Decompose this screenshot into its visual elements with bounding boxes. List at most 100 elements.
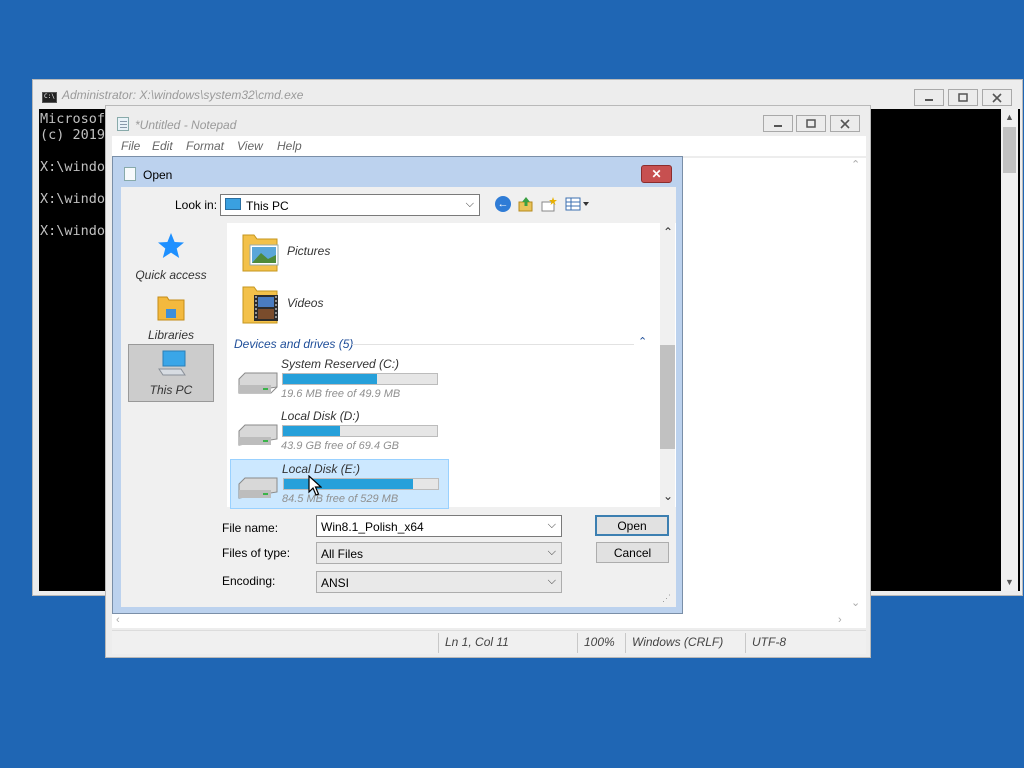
list-item[interactable]: Videos (235, 279, 435, 325)
drive-item-selected[interactable]: Local Disk (E:) 84.5 MB free of 529 MB (230, 459, 449, 509)
drive-usage-bar (283, 478, 439, 490)
drive-name: Local Disk (D:) (281, 409, 360, 423)
place-quick-access[interactable]: Quick access (128, 230, 214, 288)
cmd-title: Administrator: X:\windows\system32\cmd.e… (62, 88, 304, 102)
chevron-down-icon[interactable]: ⌵ (548, 519, 556, 532)
back-icon[interactable]: ← (495, 196, 511, 212)
computer-icon (157, 349, 187, 380)
minimize-icon (764, 116, 792, 131)
libraries-icon (156, 294, 186, 325)
notepad-titlebar[interactable]: *Untitled - Notepad (106, 106, 870, 134)
resize-grip-icon[interactable]: ⋰ (662, 593, 671, 604)
dialog-close-button[interactable]: ✕ (641, 165, 672, 183)
scroll-right-icon[interactable]: › (838, 614, 842, 626)
open-button-label: Open (617, 518, 647, 533)
place-libraries[interactable]: Libraries (128, 290, 214, 348)
cancel-button-label: Cancel (613, 545, 652, 560)
scroll-thumb[interactable] (660, 345, 675, 449)
folder-name: Videos (287, 296, 324, 310)
dialog-title: Open (143, 168, 173, 182)
minimize-button[interactable] (914, 89, 944, 106)
menu-help[interactable]: Help (277, 139, 302, 153)
view-menu-icon[interactable] (565, 196, 591, 212)
places-bar: Quick access Libraries This PC (128, 230, 221, 520)
cancel-button[interactable]: Cancel (596, 542, 669, 563)
drive-item[interactable]: System Reserved (C:) 19.6 MB free of 49.… (231, 357, 447, 405)
console-line: Microsof (40, 111, 106, 127)
list-item[interactable]: Pictures (235, 227, 435, 273)
file-list[interactable]: Pictures Videos Devices and drives (5) ⌃… (227, 223, 676, 509)
close-button[interactable] (830, 115, 860, 132)
drive-usage-fill (283, 374, 377, 384)
scroll-left-icon[interactable]: ‹ (116, 614, 120, 626)
status-position: Ln 1, Col 11 (445, 635, 509, 649)
console-line: X:\windo (40, 159, 106, 175)
file-name-label: File name: (222, 521, 279, 535)
console-line: (c) 2019 (40, 127, 106, 143)
collapse-icon[interactable]: ⌃ (638, 335, 647, 348)
notepad-title: *Untitled - Notepad (135, 118, 237, 132)
drive-free-text: 19.6 MB free of 49.9 MB (281, 388, 401, 400)
file-name-field[interactable]: Win8.1_Polish_x64 ⌵ (316, 515, 562, 537)
look-in-label: Look in: (175, 198, 218, 212)
console-line: X:\windo (40, 191, 106, 207)
chevron-down-icon: ⌵ (547, 546, 556, 558)
new-folder-icon[interactable] (541, 196, 557, 212)
encoding-label: Encoding: (222, 574, 276, 588)
restore-button[interactable] (796, 115, 826, 132)
group-divider (352, 344, 634, 345)
scroll-down-icon[interactable]: ▼ (1005, 577, 1014, 587)
cmd-scrollbar[interactable]: ▲ ▼ (1001, 109, 1018, 591)
drive-usage-fill (283, 426, 340, 436)
drive-icon (235, 423, 279, 452)
files-of-type-select[interactable]: All Files ⌵ (316, 542, 562, 564)
open-dialog[interactable]: Open ✕ Look in: This PC ⌵ ← Quick access (112, 156, 683, 614)
restore-button[interactable] (948, 89, 978, 106)
drive-icon (235, 476, 279, 505)
menu-edit[interactable]: Edit (152, 139, 173, 153)
drives-group-header[interactable]: Devices and drives (5) (234, 337, 353, 351)
chevron-down-icon: ⌵ (547, 575, 556, 587)
star-icon (157, 232, 185, 263)
place-this-pc[interactable]: This PC (128, 344, 214, 402)
menu-view[interactable]: View (237, 139, 263, 153)
dialog-body: Look in: This PC ⌵ ← Quick access Librar… (121, 187, 676, 607)
scroll-thumb[interactable] (1003, 127, 1016, 173)
status-encoding: UTF-8 (752, 635, 786, 649)
videos-folder-icon (241, 283, 281, 328)
drive-name: Local Disk (E:) (282, 462, 361, 476)
drive-name: System Reserved (C:) (281, 357, 400, 371)
dialog-icon (124, 167, 136, 181)
close-icon (983, 90, 1011, 105)
mouse-cursor-icon (308, 474, 323, 500)
menu-bar: File Edit Format View Help (112, 136, 866, 156)
chevron-down-icon: ⌵ (465, 198, 474, 210)
close-button[interactable] (982, 89, 1012, 106)
close-icon (831, 116, 859, 131)
encoding-value: ANSI (321, 576, 350, 590)
file-list-scrollbar[interactable]: ⌃ ⌄ (660, 223, 675, 507)
scroll-up-icon[interactable]: ▲ (1005, 112, 1014, 122)
scroll-up-icon[interactable]: ⌃ (663, 225, 673, 239)
open-button[interactable]: Open (595, 515, 669, 536)
cmd-titlebar[interactable]: C:\ Administrator: X:\windows\system32\c… (33, 80, 1022, 108)
drive-item[interactable]: Local Disk (D:) 43.9 GB free of 69.4 GB (231, 409, 447, 457)
close-icon: ✕ (651, 167, 662, 181)
scroll-down-icon[interactable]: ⌄ (851, 596, 860, 609)
encoding-select[interactable]: ANSI ⌵ (316, 571, 562, 593)
file-name-value: Win8.1_Polish_x64 (321, 520, 424, 534)
scroll-down-icon[interactable]: ⌄ (663, 489, 673, 503)
menu-file[interactable]: File (121, 139, 140, 153)
status-line-endings: Windows (CRLF) (632, 635, 724, 649)
drive-free-text: 43.9 GB free of 69.4 GB (281, 440, 400, 452)
restore-icon (949, 90, 977, 105)
look-in-combo[interactable]: This PC ⌵ (220, 194, 480, 216)
computer-icon (225, 198, 241, 210)
drive-free-text: 84.5 MB free of 529 MB (282, 493, 399, 505)
restore-icon (797, 116, 825, 131)
up-folder-icon[interactable] (518, 196, 534, 212)
console-line: X:\windo (40, 223, 106, 239)
minimize-button[interactable] (763, 115, 793, 132)
scroll-up-icon[interactable]: ⌃ (851, 158, 860, 171)
menu-format[interactable]: Format (186, 139, 224, 153)
